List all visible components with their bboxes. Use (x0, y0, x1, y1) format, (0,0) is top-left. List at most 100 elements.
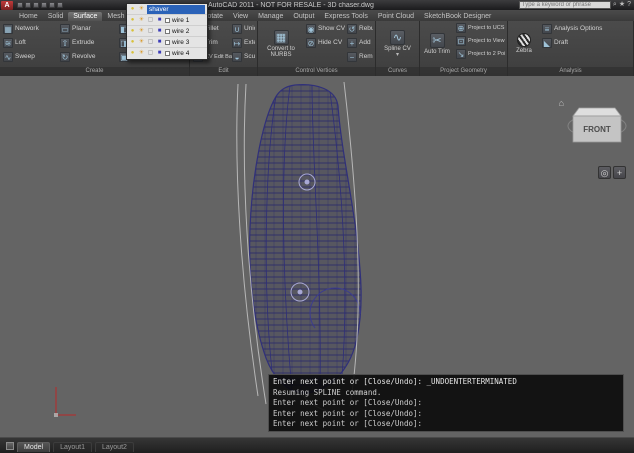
add-cv-button[interactable]: + Add (346, 36, 373, 49)
convert-to-nurbs-button[interactable]: ▦ Convert to NURBS (260, 22, 302, 66)
remove-cv-button[interactable]: − Remove (346, 50, 373, 63)
layer-color-swatch[interactable]: ■ (156, 39, 163, 46)
project-to-ucs-button[interactable]: ⊕ Project to UCS (455, 22, 505, 34)
layer-thaw-icon[interactable]: ☀ (138, 50, 145, 57)
tab-sketchbook-designer[interactable]: SketchBook Designer (419, 12, 496, 21)
layer-on-icon[interactable]: ● (129, 50, 136, 57)
tab-home[interactable]: Home (14, 12, 43, 21)
remove-icon: − (347, 51, 357, 62)
network-surface-button[interactable]: ▦ Network (2, 22, 56, 35)
planar-surface-button[interactable]: ▭ Planar (59, 22, 115, 35)
model-viewport[interactable]: ⌂ FRONT ◎ + Enter next point or [Close/U… (0, 76, 634, 437)
layer-checkbox[interactable] (165, 39, 170, 45)
layer-lock-icon[interactable]: ▢ (147, 28, 154, 35)
draft-analysis-button[interactable]: ◣ Draft (541, 36, 603, 49)
spline-flyout-arrow-icon[interactable]: ▾ (396, 52, 399, 58)
layer-checkbox[interactable] (165, 51, 170, 56)
tab-view[interactable]: View (228, 12, 253, 21)
view-cube[interactable]: FRONT (566, 96, 628, 148)
analysis-panel-label[interactable]: Analysis (508, 67, 633, 76)
layer-current-row[interactable]: ● ☀ shaver (127, 4, 207, 15)
project-to-2-points-label: Project to 2 Points (468, 51, 505, 57)
tab-express-tools[interactable]: Express Tools (319, 12, 372, 21)
hide-cv-button[interactable]: ⊘ Hide CV (305, 36, 343, 49)
layer-row-wire3[interactable]: ● ☀ ▢ ■ wire 3 (127, 37, 207, 48)
edit-panel-label[interactable]: Edit (190, 67, 257, 76)
control-vertices-panel-label[interactable]: Control Vertices (258, 67, 375, 76)
union-button[interactable]: ∪ Union (231, 22, 255, 35)
layer-row-wire1[interactable]: ● ☀ ▢ ■ wire 1 (127, 15, 207, 26)
zebra-icon (517, 33, 531, 48)
layer-color-swatch[interactable]: ■ (156, 17, 163, 24)
curves-panel-label[interactable]: Curves (376, 67, 419, 76)
model-space-icon[interactable] (6, 441, 14, 450)
command-line-panel[interactable]: Enter next point or [Close/Undo]: _UNDOE… (268, 374, 624, 432)
layer-lock-icon[interactable]: ▢ (147, 17, 154, 24)
loft-button[interactable]: ≋ Loft (2, 36, 56, 49)
new-file-icon[interactable] (17, 2, 23, 8)
layer-color-swatch[interactable]: ■ (156, 28, 163, 35)
tab-layout1[interactable]: Layout1 (53, 442, 92, 452)
zebra-analysis-button[interactable]: Zebra (510, 22, 538, 66)
spline-cv-button[interactable]: ∿ Spline CV ▾ (379, 22, 417, 66)
project-to-2-points-button[interactable]: ↘ Project to 2 Points (455, 48, 505, 60)
viewcube-home-icon[interactable]: ⌂ (559, 98, 564, 108)
layer-on-icon[interactable]: ● (129, 28, 136, 35)
search-icon[interactable]: ⌕ (613, 1, 617, 9)
layer-row-wire4[interactable]: ● ☀ ▢ ■ wire 4 (127, 48, 207, 59)
help-icon[interactable]: ? (627, 1, 631, 9)
tab-surface[interactable]: Surface (68, 12, 103, 21)
command-prompt-line[interactable]: Enter next point or [Close/Undo]: (273, 419, 619, 430)
layer-on-icon[interactable]: ● (129, 17, 136, 24)
viewcube-top-face[interactable] (572, 107, 622, 117)
tab-model[interactable]: Model (17, 442, 51, 452)
layer-checkbox[interactable] (165, 17, 170, 23)
layer-thaw-icon[interactable]: ☀ (138, 6, 145, 13)
show-cv-button[interactable]: ◉ Show CV (305, 22, 345, 35)
tab-layout2[interactable]: Layout2 (95, 442, 134, 452)
revolve-label: Revolve (72, 53, 96, 60)
layer-color-swatch[interactable]: ■ (156, 50, 163, 57)
layer-row-wire2[interactable]: ● ☀ ▢ ■ wire 2 (127, 26, 207, 37)
draft-label: Draft (554, 39, 569, 46)
tab-manage[interactable]: Manage (253, 12, 288, 21)
project-to-view-button[interactable]: ⊡ Project to View (455, 35, 505, 47)
extend-button[interactable]: ↦ Extend (231, 36, 255, 49)
sweep-button[interactable]: ∿ Sweep (2, 50, 56, 63)
create-panel-label[interactable]: Create (0, 67, 189, 76)
layer-thaw-icon[interactable]: ☀ (138, 17, 145, 24)
tab-point-cloud[interactable]: Point Cloud (373, 12, 419, 21)
star-icon[interactable]: ★ (619, 1, 625, 9)
search-input[interactable] (518, 1, 611, 9)
steering-wheel-icon[interactable]: ◎ (598, 166, 611, 179)
layer-name[interactable]: wire 3 (172, 39, 189, 46)
extrude-button[interactable]: ⇧ Extrude (59, 36, 115, 49)
layer-name[interactable]: wire 2 (172, 28, 189, 35)
layer-name[interactable]: wire 1 (172, 17, 189, 24)
union-label: Union (244, 25, 255, 32)
tab-output[interactable]: Output (288, 12, 319, 21)
revolve-button[interactable]: ↻ Revolve (59, 50, 115, 63)
pan-icon[interactable]: + (613, 166, 626, 179)
plot-icon[interactable] (41, 2, 47, 8)
layer-thaw-icon[interactable]: ☀ (138, 39, 145, 46)
project-geometry-panel-label[interactable]: Project Geometry (420, 67, 507, 76)
layer-lock-icon[interactable]: ▢ (147, 39, 154, 46)
auto-trim-button[interactable]: ✂ Auto Trim (422, 22, 452, 66)
analysis-options-button[interactable]: ≡ Analysis Options (541, 22, 603, 35)
undo-icon[interactable] (49, 2, 55, 8)
sculpt-button[interactable]: ◒ Sculpt (231, 50, 255, 63)
layer-lock-icon[interactable]: ▢ (147, 50, 154, 57)
tab-solid[interactable]: Solid (43, 12, 69, 21)
layer-name[interactable]: wire 4 (172, 50, 189, 57)
save-icon[interactable] (33, 2, 39, 8)
current-layer-value[interactable]: shaver (147, 4, 205, 14)
open-file-icon[interactable] (25, 2, 31, 8)
application-menu-button[interactable]: A (1, 0, 13, 10)
layer-on-icon[interactable]: ● (129, 39, 136, 46)
layer-on-icon[interactable]: ● (129, 6, 136, 13)
layer-checkbox[interactable] (165, 28, 170, 34)
layer-thaw-icon[interactable]: ☀ (138, 28, 145, 35)
viewcube-front-label[interactable]: FRONT (583, 125, 611, 134)
rebuild-button[interactable]: ↺ Rebuild (346, 22, 373, 35)
